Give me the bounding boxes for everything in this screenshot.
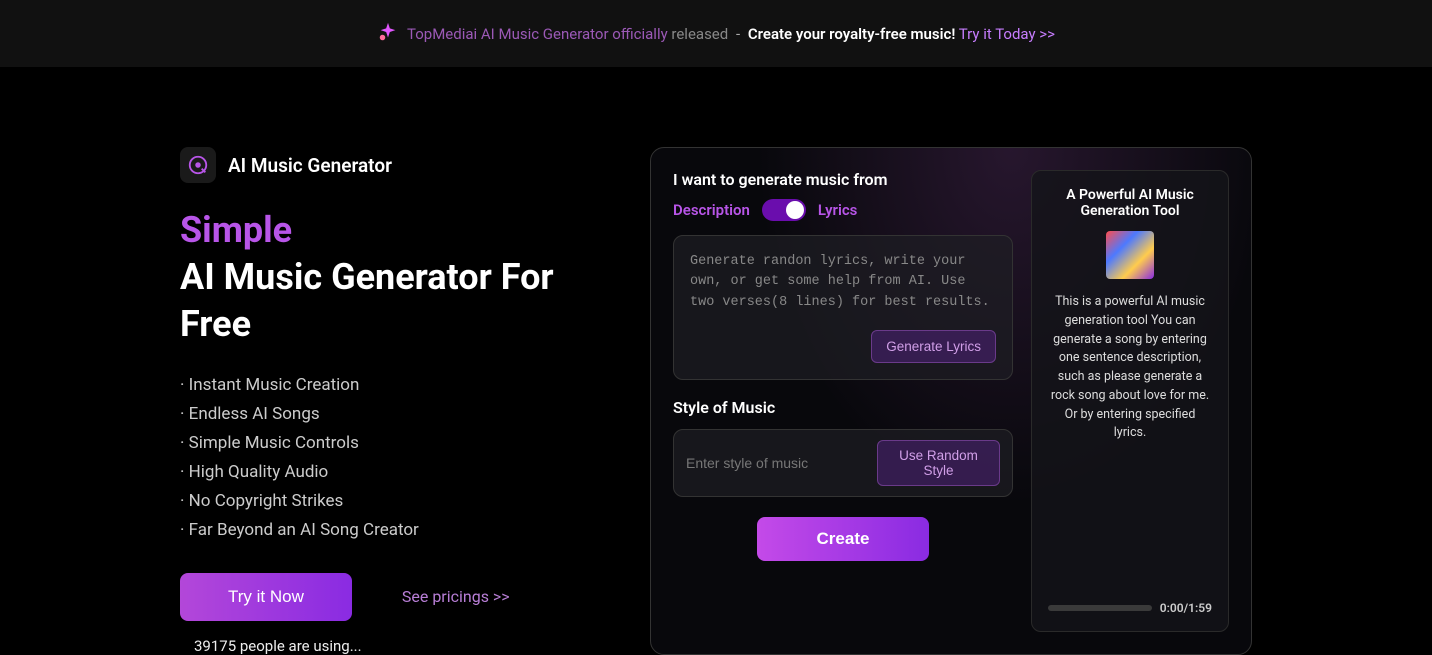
toggle-knob [786,201,804,219]
mode-description-label[interactable]: Description [673,201,750,219]
try-now-button[interactable]: Try it Now [180,573,352,621]
use-random-style-button[interactable]: Use Random Style [877,440,1000,486]
info-card-title: A Powerful AI Music Generation Tool [1048,187,1212,219]
app-logo-icon [180,147,216,183]
audio-time-text: 0:00/1:59 [1160,601,1212,615]
info-card-description: This is a powerful AI music generation t… [1048,293,1212,587]
feature-item: · Endless AI Songs [180,400,610,429]
banner-dash: - [728,25,748,43]
feature-item: · No Copyright Strikes [180,487,610,516]
lyrics-textarea[interactable] [690,252,996,326]
style-input-container: Use Random Style [673,429,1013,497]
hero-section: AI Music Generator Simple AI Music Gener… [180,147,610,655]
banner-try-link[interactable]: Try it Today >> [955,25,1055,43]
create-button[interactable]: Create [757,517,930,561]
info-card-thumbnail [1106,231,1154,279]
feature-item: · High Quality Audio [180,458,610,487]
feature-item: · Instant Music Creation [180,371,610,400]
announcement-banner: TopMediai AI Music Generator officially … [0,0,1432,67]
banner-product-link[interactable]: TopMediai AI Music Generator officially [407,25,671,43]
feature-item: · Far Beyond an AI Song Creator [180,516,610,545]
info-card: A Powerful AI Music Generation Tool This… [1031,170,1229,632]
hero-title: Simple AI Music Generator For Free [180,207,610,347]
form-intro-label: I want to generate music from [673,170,1013,189]
generator-panel: I want to generate music from Descriptio… [650,147,1252,655]
generate-lyrics-button[interactable]: Generate Lyrics [871,330,996,363]
style-of-music-label: Style of Music [673,398,1013,417]
mode-lyrics-label[interactable]: Lyrics [818,201,857,219]
banner-create-text: Create your royalty-free music! [748,25,956,43]
feature-item: · Simple Music Controls [180,429,610,458]
rocket-icon [377,21,399,47]
feature-list: · Instant Music Creation · Endless AI So… [180,371,610,544]
hero-title-accent: Simple [180,209,292,251]
usage-count-text: 39175 people are using... [194,637,610,655]
lyrics-input-container: Generate Lyrics [673,235,1013,380]
see-pricings-link[interactable]: See pricings >> [402,587,510,606]
hero-title-main: AI Music Generator For Free [180,256,554,345]
audio-progress-bar[interactable] [1048,605,1152,611]
mode-toggle[interactable] [762,199,806,221]
banner-released-text: released [671,25,728,43]
app-name: AI Music Generator [228,154,392,177]
style-input[interactable] [686,455,867,471]
